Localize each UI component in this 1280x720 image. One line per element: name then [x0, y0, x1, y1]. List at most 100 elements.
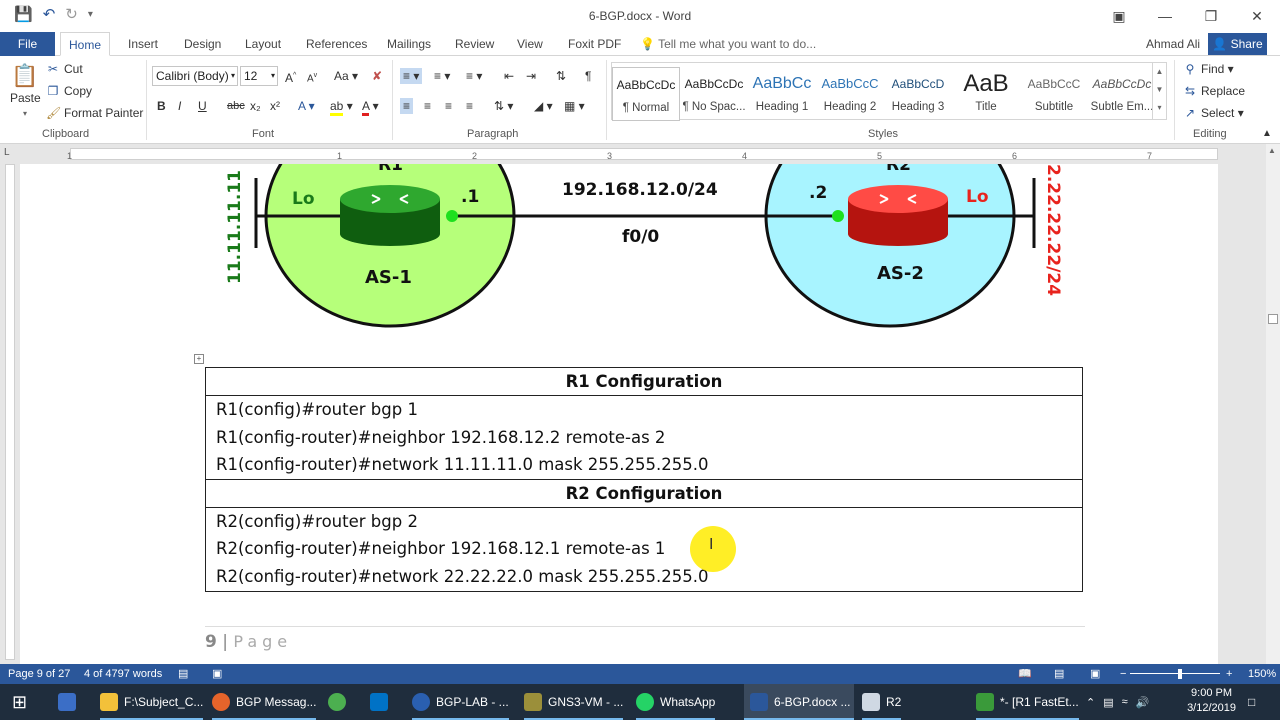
align-center-icon[interactable]: ≡	[424, 98, 431, 114]
collapse-ribbon-icon[interactable]: ▲	[1262, 126, 1272, 142]
close-button[interactable]: ✕	[1234, 0, 1280, 32]
style-no-spacing[interactable]: AaBbCcDc ¶ No Spac...	[680, 67, 748, 121]
user-name[interactable]: Ahmad Ali	[1146, 32, 1200, 56]
style-heading-2[interactable]: AaBbCcC Heading 2	[816, 67, 884, 121]
copy-button[interactable]: ❐ Copy	[46, 83, 92, 99]
underline-button[interactable]: U	[198, 98, 207, 114]
style-title[interactable]: AaB Title	[952, 67, 1020, 121]
system-tray[interactable]: ⌃ ▤ ≈ 🔊	[1086, 684, 1149, 720]
subscript-button[interactable]: x₂	[250, 98, 261, 114]
read-mode-icon[interactable]: 📖	[1018, 664, 1032, 684]
style-subtle-emphasis[interactable]: AaBbCcDc Subtle Em...	[1088, 67, 1156, 121]
tab-insert[interactable]: Insert	[120, 32, 166, 56]
paste-button[interactable]: 📋 Paste ▾	[10, 62, 41, 122]
macro-icon[interactable]: ▣	[212, 664, 222, 684]
taskbar-whatsapp[interactable]: WhatsApp	[636, 684, 716, 720]
r1-lo-label: Lo	[292, 189, 315, 209]
text-effects-icon[interactable]: A ▾	[298, 98, 315, 114]
scroll-up-icon[interactable]: ▲	[1268, 146, 1276, 155]
justify-icon[interactable]: ≡	[466, 98, 473, 114]
zoom-level[interactable]: 150%	[1248, 664, 1276, 684]
ribbon-display-icon[interactable]: ▣	[1096, 0, 1142, 32]
tab-file[interactable]: File	[0, 32, 55, 56]
taskbar-file-explorer[interactable]: F:\Subject_C...	[100, 684, 204, 720]
grow-font-icon[interactable]: A^	[285, 68, 296, 86]
increase-indent-icon[interactable]: ⇥	[526, 68, 536, 84]
document-page[interactable]: R1 R2 AS-1 AS-2 Lo Lo .1 .2 192.168.12.0…	[20, 164, 1218, 664]
zoom-thumb[interactable]	[1178, 669, 1182, 679]
bold-button[interactable]: B	[157, 98, 166, 114]
share-button[interactable]: 👤 Share	[1208, 33, 1267, 55]
decrease-indent-icon[interactable]: ⇤	[504, 68, 514, 84]
format-painter-button[interactable]: 🖌 Format Painter	[46, 105, 143, 121]
tab-selector-icon[interactable]: L	[4, 147, 10, 158]
notifications-icon[interactable]: □	[1248, 684, 1255, 720]
italic-button[interactable]: I	[178, 98, 181, 114]
web-layout-icon[interactable]: ▣	[1090, 664, 1100, 684]
shading-icon[interactable]: ◢ ▾	[534, 98, 553, 114]
r2-loopback-address: 2.22.22.22/24	[1043, 164, 1063, 296]
cut-button[interactable]: ✂ Cut	[46, 61, 83, 77]
tab-foxit-pdf[interactable]: Foxit PDF	[560, 32, 629, 56]
line-spacing-icon[interactable]: ⇅ ▾	[494, 98, 513, 114]
align-left-icon[interactable]: ≡	[400, 98, 414, 114]
align-right-icon[interactable]: ≡	[445, 98, 452, 114]
zoom-in-icon[interactable]: +	[1226, 664, 1232, 684]
change-case-icon[interactable]: Aa ▾	[334, 68, 358, 84]
find-button[interactable]: ⚲ Find ▾	[1183, 61, 1234, 77]
print-layout-icon[interactable]: ▤	[1054, 664, 1064, 684]
tab-home[interactable]: Home	[60, 32, 111, 56]
numbering-icon[interactable]: ≡ ▾	[434, 68, 450, 84]
tab-design[interactable]: Design	[176, 32, 229, 56]
taskbar-gns3-vm[interactable]: GNS3-VM - ...	[524, 684, 624, 720]
style-normal[interactable]: AaBbCcDc ¶ Normal	[612, 67, 680, 121]
minimize-button[interactable]: —	[1142, 0, 1188, 32]
bullets-icon[interactable]: ≡ ▾	[400, 68, 423, 84]
style-heading-3[interactable]: AaBbCcD Heading 3	[884, 67, 952, 121]
borders-icon[interactable]: ▦ ▾	[564, 98, 585, 114]
taskbar-r2-terminal[interactable]: R2	[862, 684, 902, 720]
font-name-combo[interactable]: Calibri (Body) ▾	[152, 66, 238, 86]
taskbar-firefox[interactable]: BGP Messag...	[212, 684, 317, 720]
superscript-button[interactable]: x²	[270, 98, 280, 114]
windows-start-icon[interactable]: ⊞	[12, 684, 27, 720]
font-size-combo[interactable]: 12 ▾	[240, 66, 278, 86]
page-count[interactable]: Page 9 of 27	[8, 664, 70, 684]
clear-formatting-icon[interactable]: ✘	[372, 68, 382, 84]
tab-mailings[interactable]: Mailings	[379, 32, 439, 56]
taskbar-outlook[interactable]	[370, 684, 394, 720]
proofing-icon[interactable]: ▤	[178, 664, 188, 684]
multilevel-list-icon[interactable]: ≡ ▾	[466, 68, 482, 84]
table-move-handle[interactable]: +	[194, 354, 204, 364]
select-button[interactable]: ↗ Select ▾	[1183, 105, 1244, 121]
taskbar-chrome[interactable]	[328, 684, 352, 720]
tab-review[interactable]: Review	[447, 32, 502, 56]
tab-view[interactable]: View	[509, 32, 551, 56]
highlight-icon[interactable]: ab ▾	[330, 98, 353, 116]
taskbar-wireshark[interactable]: *- [R1 FastEt...	[976, 684, 1079, 720]
sort-icon[interactable]: ⇅	[556, 68, 566, 84]
taskbar-bgp-lab[interactable]: BGP-LAB - ...	[412, 684, 509, 720]
zoom-out-icon[interactable]: −	[1120, 664, 1126, 684]
word-count[interactable]: 4 of 4797 words	[84, 664, 162, 684]
clock[interactable]: 9:00 PM 3/12/2019	[1187, 686, 1236, 716]
vertical-scrollbar[interactable]: ▲	[1266, 144, 1280, 664]
styles-scroll[interactable]: ▲ ▼ ▾	[1152, 63, 1166, 119]
style-subtitle[interactable]: AaBbCcC Subtitle	[1020, 67, 1088, 121]
zoom-slider[interactable]	[1130, 673, 1220, 674]
shrink-font-icon[interactable]: Av	[307, 68, 317, 87]
tab-references[interactable]: References	[298, 32, 375, 56]
pilcrow-icon[interactable]: ¶	[585, 68, 591, 84]
find-label: Find	[1201, 62, 1225, 76]
replace-button[interactable]: ⇆ Replace	[1183, 83, 1245, 99]
taskbar-word[interactable]: 6-BGP.docx ...	[744, 684, 854, 720]
horizontal-ruler[interactable]: L 1 1 2 3 4 5 6 7	[0, 144, 1280, 162]
tab-layout[interactable]: Layout	[237, 32, 289, 56]
scroll-thumb[interactable]	[1268, 314, 1278, 324]
restore-button[interactable]: ❐	[1188, 0, 1234, 32]
style-heading-1[interactable]: AaBbCc Heading 1	[748, 67, 816, 121]
tell-me-search[interactable]: 💡 Tell me what you want to do...	[640, 32, 816, 56]
taskbar-network-app[interactable]	[58, 684, 82, 720]
strikethrough-button[interactable]: abc	[227, 98, 245, 114]
font-color-icon[interactable]: A ▾	[362, 98, 379, 116]
